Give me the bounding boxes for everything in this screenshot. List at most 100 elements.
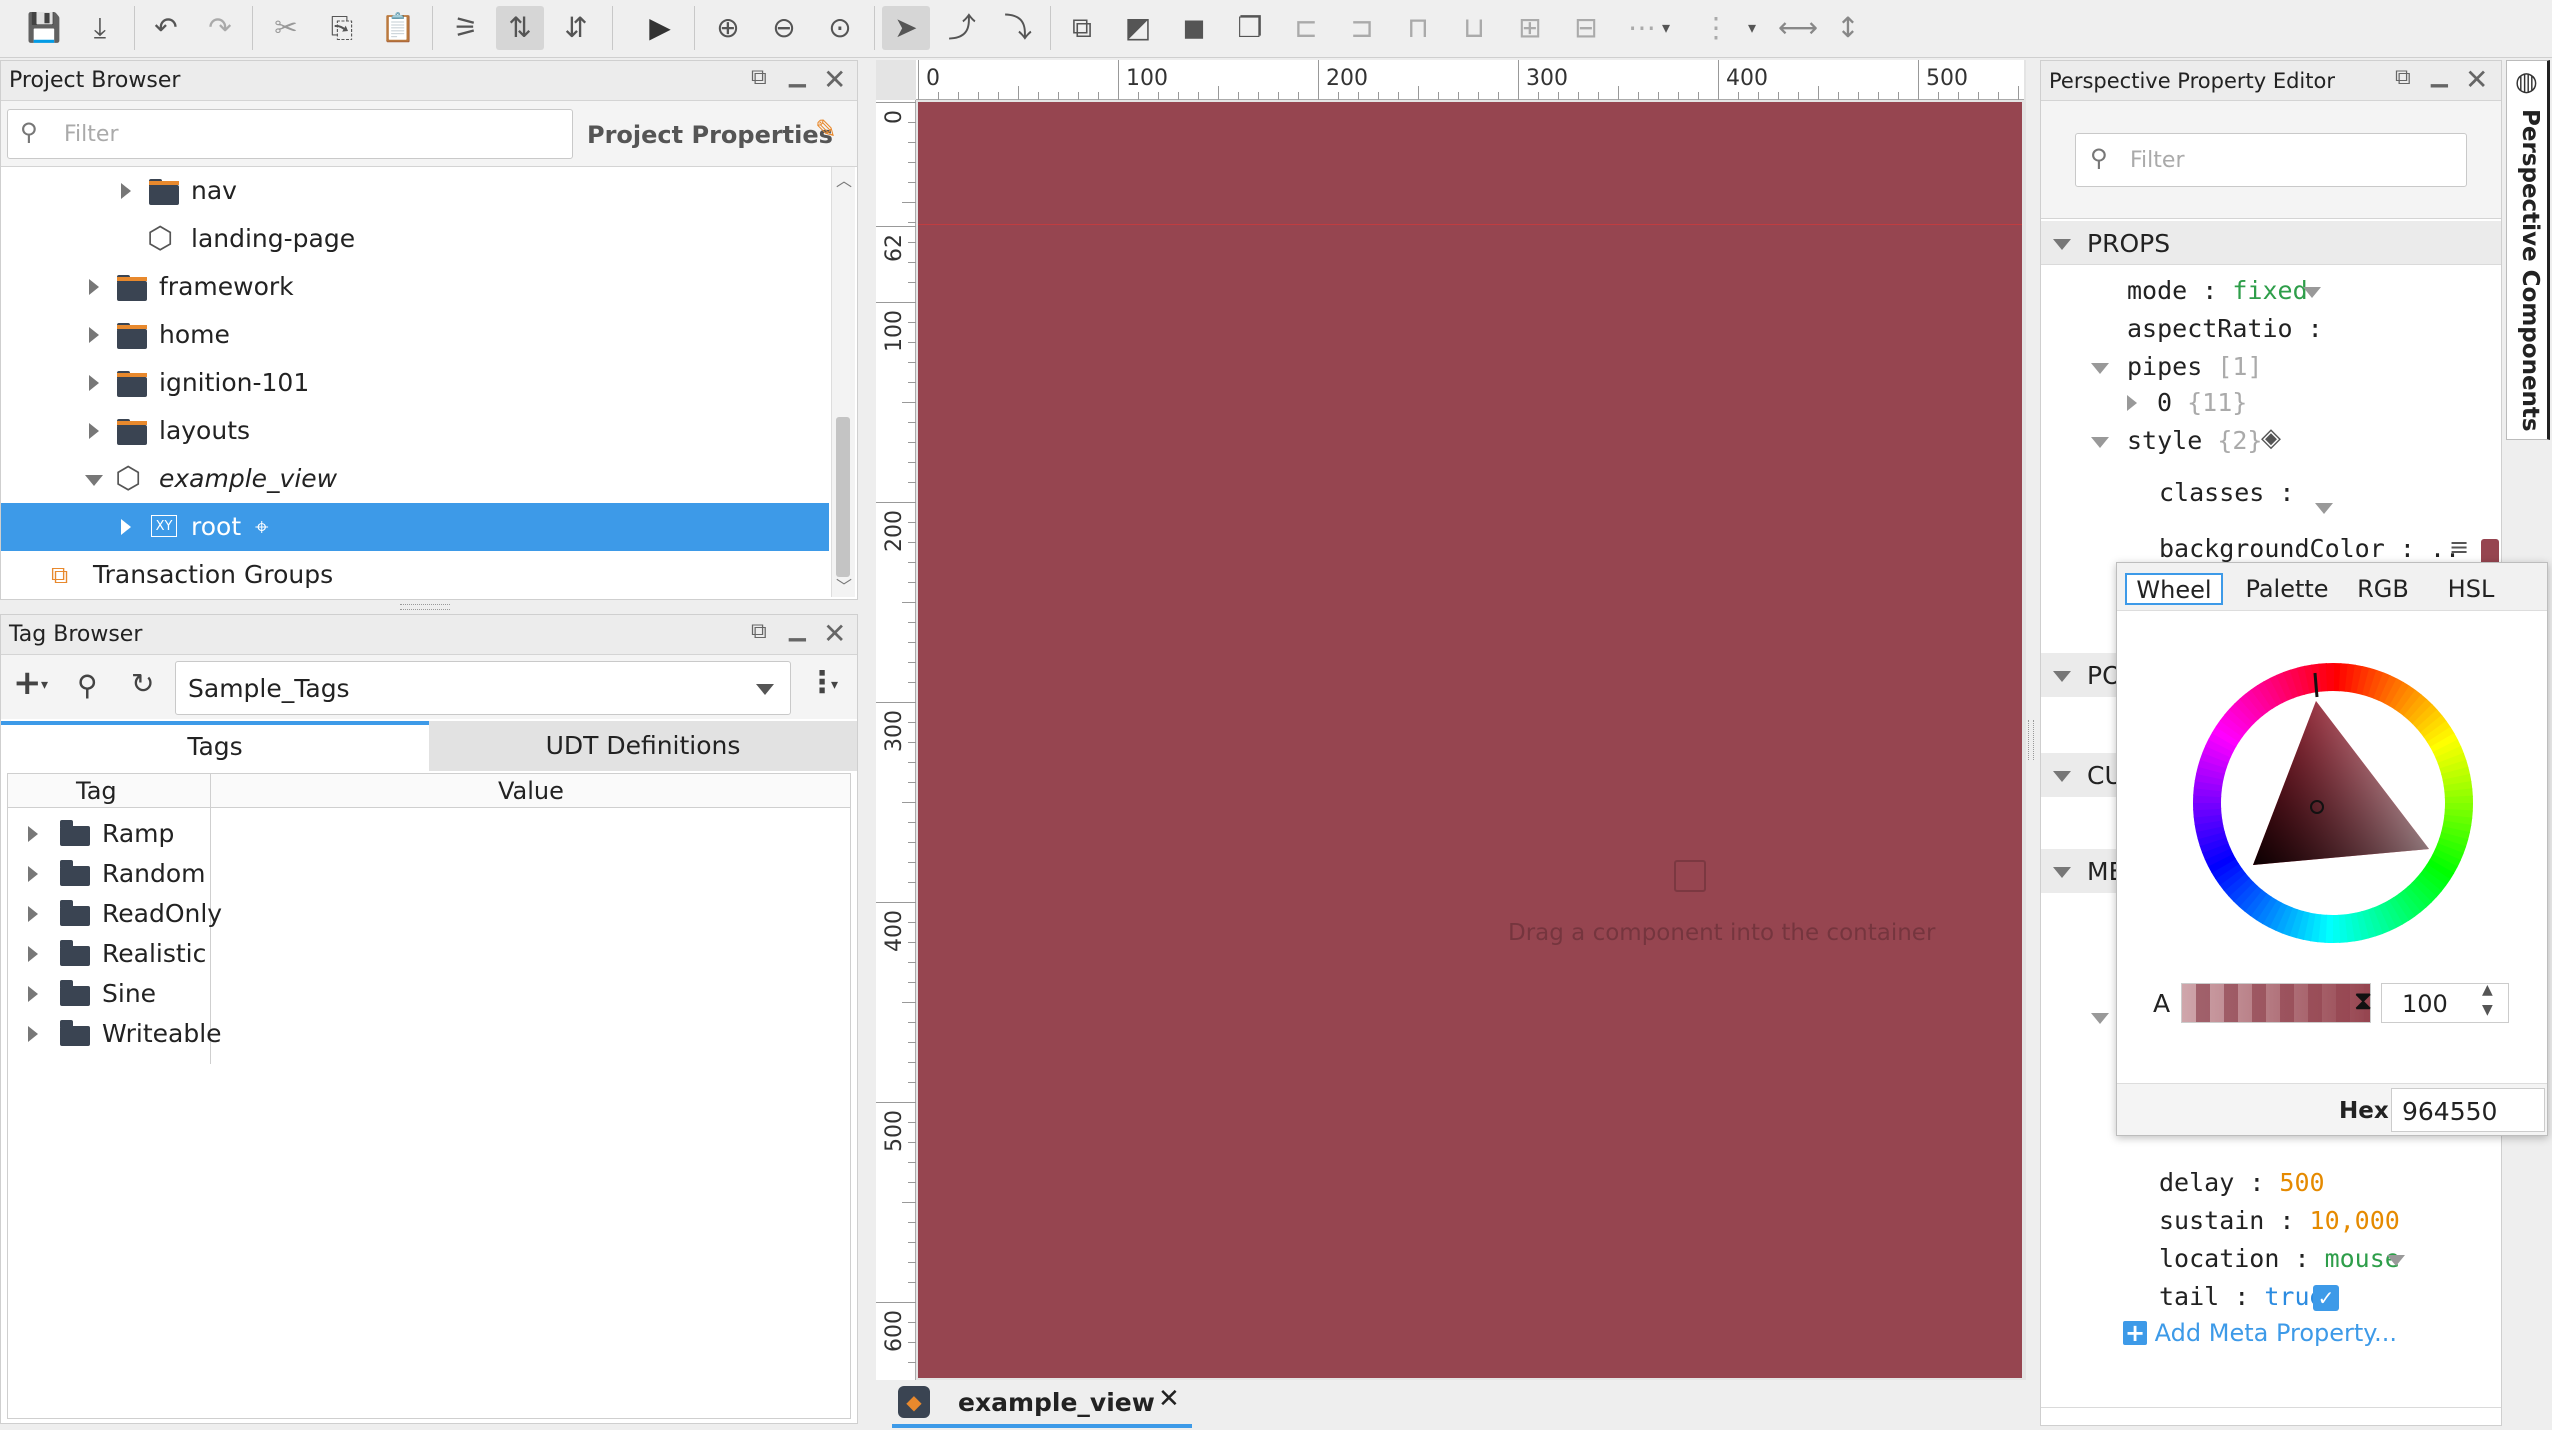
project-filter-input[interactable]: ⚲ Filter <box>7 109 573 159</box>
tail-checkbox[interactable]: ✓ <box>2313 1285 2339 1311</box>
edit-properties-icon[interactable]: ✎ <box>815 115 837 145</box>
tab-rgb[interactable]: RGB <box>2343 573 2423 605</box>
tree-item-root[interactable]: XY root ⌖ <box>1 503 829 551</box>
distribute-icon[interactable]: ⇵ <box>552 6 600 50</box>
cut-icon[interactable]: ✂ <box>262 6 310 50</box>
style-class-icon[interactable]: ◈ <box>2261 423 2281 453</box>
expand-icon[interactable] <box>2127 395 2137 411</box>
tree-item-transaction-groups[interactable]: ⧉ Transaction Groups <box>1 551 829 599</box>
redo-icon[interactable]: ↷ <box>196 6 244 50</box>
align-right-icon[interactable]: ⊐ <box>1338 6 1386 50</box>
root-container[interactable]: Drag a component into the container <box>918 102 2022 1378</box>
tag-row[interactable]: Sine <box>8 974 208 1014</box>
refresh-icon[interactable]: ↻ <box>131 667 154 700</box>
bring-front-icon[interactable]: ⧉ <box>1058 6 1106 50</box>
expand-icon[interactable] <box>2091 1013 2109 1024</box>
chevron-down-icon[interactable]: ▾ <box>1656 6 1676 50</box>
tag-row[interactable]: Ramp <box>8 814 208 854</box>
column-value[interactable]: Value <box>498 774 564 808</box>
prop-classes[interactable]: classes : <box>2159 475 2294 511</box>
prop-pipe-0[interactable]: 0 {11} <box>2157 385 2247 421</box>
chevron-down-icon[interactable] <box>2303 287 2321 298</box>
tree-item-nav[interactable]: nav <box>1 167 829 215</box>
align-icon[interactable]: ⇅ <box>496 6 544 50</box>
zoom-out-icon[interactable]: ⊖ <box>760 6 808 50</box>
prop-tail[interactable]: tail : true <box>2159 1279 2325 1315</box>
save-all-icon[interactable]: ⤓ <box>76 6 124 50</box>
tab-wheel[interactable]: Wheel <box>2125 573 2223 605</box>
connect-icon[interactable]: ⤴ <box>938 6 986 50</box>
tab-example-view[interactable]: ◆ example_view ✕ <box>892 1380 1192 1428</box>
prop-style[interactable]: style {2} <box>2127 423 2262 459</box>
tree-item-framework[interactable]: framework <box>1 263 829 311</box>
scroll-down-icon[interactable]: ﹀ <box>836 573 852 597</box>
add-meta-property-button[interactable]: + Add Meta Property... <box>2123 1315 2397 1351</box>
splitter-handle[interactable] <box>400 604 450 610</box>
align-middle-icon[interactable]: ⊟ <box>1562 6 1610 50</box>
scroll-thumb[interactable] <box>836 417 850 577</box>
play-icon[interactable]: ▶ <box>636 6 684 50</box>
save-icon[interactable]: 💾 <box>20 6 68 50</box>
spinner-up-icon[interactable]: ▲ <box>2482 982 2493 998</box>
zoom-fit-icon[interactable]: ⊙ <box>816 6 864 50</box>
align-center-icon[interactable]: ⊞ <box>1506 6 1554 50</box>
close-icon[interactable]: ✕ <box>2465 63 2488 96</box>
expand-icon[interactable] <box>2091 437 2109 448</box>
prop-delay[interactable]: delay : 500 <box>2159 1165 2325 1201</box>
splitter-handle[interactable] <box>2028 720 2034 760</box>
minimize-icon[interactable]: ▁ <box>789 63 806 88</box>
minimize-icon[interactable]: ▁ <box>2431 63 2448 88</box>
tab-palette[interactable]: Palette <box>2237 573 2337 605</box>
tree-item-example-view[interactable]: ⬡ example_view <box>1 455 829 503</box>
restore-icon[interactable]: ⧉ <box>751 619 767 644</box>
chevron-down-icon[interactable] <box>2387 1255 2405 1266</box>
text-edit-icon[interactable]: ≡ <box>2449 533 2469 561</box>
hex-input[interactable]: 964550 <box>2391 1088 2545 1132</box>
project-properties-link[interactable]: Project Properties <box>587 121 833 149</box>
tab-tags[interactable]: Tags <box>1 721 429 771</box>
tag-row[interactable]: Realistic <box>8 934 208 974</box>
chevron-down-icon[interactable] <box>2315 503 2333 514</box>
tree-item-home[interactable]: home <box>1 311 829 359</box>
project-tree-scrollbar[interactable]: ︿ ﹀ <box>831 167 855 597</box>
view-canvas[interactable]: Drag a component into the container <box>918 102 2022 1378</box>
alpha-handle[interactable]: ⧗ <box>2354 986 2372 1017</box>
close-icon[interactable]: ✕ <box>823 617 846 650</box>
spinner-down-icon[interactable]: ▼ <box>2482 1002 2493 1018</box>
tab-udt-definitions[interactable]: UDT Definitions <box>429 721 857 771</box>
column-tag[interactable]: Tag <box>76 774 117 808</box>
tab-hsl[interactable]: HSL <box>2431 573 2511 605</box>
tag-row[interactable]: Writeable <box>8 1014 222 1054</box>
property-filter-input[interactable]: ⚲ Filter <box>2075 133 2467 187</box>
copy-icon[interactable]: ⎘ <box>318 6 366 50</box>
expand-icon[interactable] <box>28 826 38 842</box>
expand-icon[interactable] <box>2091 363 2109 374</box>
tag-row[interactable]: ReadOnly <box>8 894 222 934</box>
tag-row[interactable]: Random <box>8 854 208 894</box>
distribute-v-icon[interactable]: ⋮ <box>1692 6 1740 50</box>
chevron-down-icon[interactable]: ▾ <box>1742 6 1762 50</box>
prop-location[interactable]: location : mouse <box>2159 1241 2400 1277</box>
equal-height-icon[interactable]: ↕ <box>1824 6 1872 50</box>
prop-pipes[interactable]: pipes [1] <box>2127 349 2262 385</box>
align-top-icon[interactable]: ⊓ <box>1394 6 1442 50</box>
hue-marker[interactable] <box>2313 672 2319 698</box>
search-icon[interactable]: ⚲ <box>77 669 98 702</box>
section-props-header[interactable]: PROPS <box>2041 221 2501 265</box>
snap-icon[interactable]: ⚞ <box>442 6 490 50</box>
expand-icon[interactable] <box>28 906 38 922</box>
minimize-icon[interactable]: ▁ <box>789 617 806 642</box>
alpha-slider[interactable]: ⧗ <box>2181 983 2372 1023</box>
alpha-spinner[interactable]: 100 ▲ ▼ <box>2381 982 2509 1023</box>
restore-icon[interactable]: ⧉ <box>751 65 767 90</box>
tree-item-landing-page[interactable]: ⬡ landing-page <box>1 215 829 263</box>
ungroup-icon[interactable]: ❐ <box>1226 6 1274 50</box>
expand-icon[interactable] <box>28 1026 38 1042</box>
align-left-icon[interactable]: ⊏ <box>1282 6 1330 50</box>
tree-item-layouts[interactable]: layouts <box>1 407 829 455</box>
color-wheel[interactable] <box>2193 663 2473 943</box>
paste-icon[interactable]: 📋 <box>374 6 422 50</box>
expand-icon[interactable] <box>28 986 38 1002</box>
group-icon[interactable]: ◼ <box>1170 6 1218 50</box>
reshape-icon[interactable]: ⤵ <box>994 6 1042 50</box>
